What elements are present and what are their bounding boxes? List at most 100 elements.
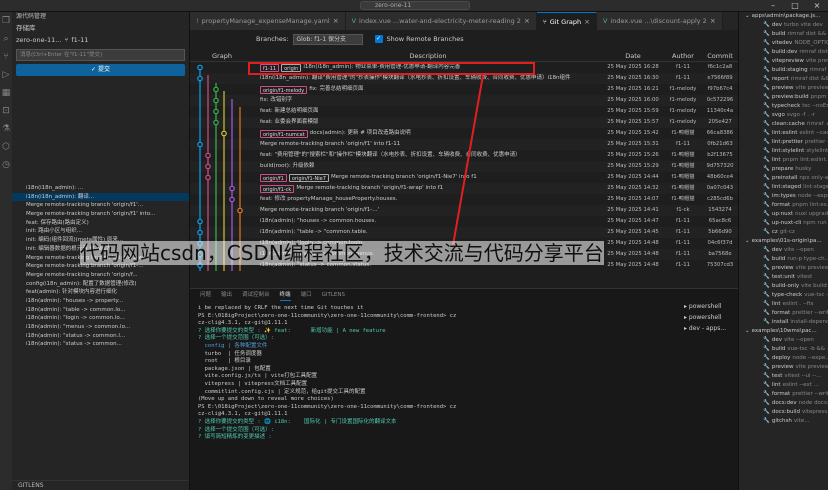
script-item[interactable]: 🔧vitedevNODE_OPTIO... — [739, 39, 828, 48]
branch-ref-badge[interactable]: origin/f1-melody — [260, 85, 308, 94]
repo-branch[interactable]: f1-11 — [71, 34, 88, 46]
sidebar-commit-item[interactable]: init: 路由小区与组织... — [12, 227, 189, 236]
editor-tab[interactable]: Vindex.vue ...water-and-electricity-mete… — [345, 12, 537, 30]
sidebar-commit-item[interactable]: i18n(admin): "login -> common.lo... — [12, 314, 189, 323]
script-item[interactable]: 🔧 svgo svgo -f . -r — [739, 111, 828, 120]
terminal-output[interactable]: i be replaced by CRLF the next time Git … — [190, 301, 738, 446]
commit-node[interactable] — [205, 163, 211, 170]
script-item[interactable]: 🔧 preview vite preview — [739, 84, 828, 93]
branch-ref-badge[interactable]: origin/f1-ck — [260, 184, 295, 193]
commit-row[interactable]: feat: 业委会界面套模版 25 May 2025 15:57 f1-melody… — [190, 117, 738, 128]
scripts-package[interactable]: ⌄ apps\admin\package.js... — [739, 12, 828, 21]
commit-node[interactable] — [205, 152, 211, 159]
terminal-instance[interactable]: ▸ powershell — [678, 301, 738, 312]
close-icon[interactable]: × — [710, 12, 716, 30]
script-item[interactable]: 🔧 preview vite preview — [739, 363, 828, 372]
extensions-icon[interactable]: ▦ — [0, 84, 12, 102]
script-item[interactable]: 🔧build:stagingrimraf dist... — [739, 66, 828, 75]
terminal-instance[interactable]: ▸ powershell — [678, 312, 738, 323]
commit-message-input[interactable]: 消息(Ctrl+Enter 在"f1-11"提交) — [16, 49, 185, 61]
script-item[interactable]: 🔧build:devrimraf dist &&... — [739, 48, 828, 57]
commit-node[interactable] — [205, 174, 211, 181]
close-button[interactable]: × — [806, 0, 828, 12]
script-item[interactable]: 🔧 build vue-tsc -b && ... — [739, 345, 828, 354]
commit-node[interactable] — [221, 130, 227, 137]
script-item[interactable]: 🔧buildrimraf dist && ... — [739, 30, 828, 39]
sidebar-commit-item[interactable]: Merge remote-tracking branch 'origin/f1'… — [12, 210, 189, 219]
commit-node[interactable] — [213, 119, 219, 126]
script-item[interactable]: 🔧 prepare husky — [739, 165, 828, 174]
script-item[interactable]: 🔧 dev vite --open — [739, 336, 828, 345]
commit-node[interactable] — [197, 229, 203, 236]
script-item[interactable]: 🔧formatprettier --write... — [739, 309, 828, 318]
script-item[interactable]: 🔧 test vitest --ui --... — [739, 372, 828, 381]
script-item[interactable]: 🔧installinstall-depend... — [739, 318, 828, 327]
branches-select[interactable]: Glob: f1-1 保分支 — [292, 33, 363, 45]
repo-row[interactable]: zero-one-11... ⑂ f1-11 — [12, 34, 189, 46]
timeline-icon[interactable]: ◷ — [0, 156, 12, 174]
debug-icon[interactable]: ▷ — [0, 66, 12, 84]
commit-row[interactable]: origin/f1-melody fix: 完善总结明细页面 25 May 2025… — [190, 84, 738, 95]
script-item[interactable]: 🔧 up:nuxt nuxi upgrade — [739, 210, 828, 219]
sidebar-commit-item[interactable]: config(i18n_admin): 配置了数据管理(修改) — [12, 280, 189, 289]
panel-tab[interactable]: 端口 — [301, 289, 312, 301]
script-item[interactable]: 🔧lint:stylelintstylelint... — [739, 147, 828, 156]
pkg-icon[interactable]: ⬡ — [0, 138, 12, 156]
script-item[interactable]: 🔧 format pnpm lint:es... — [739, 201, 828, 210]
script-item[interactable]: 🔧docs:devnode docs:dev... — [739, 399, 828, 408]
sidebar-commit-item[interactable]: i18n(i18n_admin): ... — [12, 184, 189, 193]
commit-row[interactable]: feat: "费用管理"的"搜索栏"和"操作栏"模块翻译（水电抄表、折扣设置、车… — [190, 150, 738, 161]
script-item[interactable]: 🔧vitepreviewvite preview — [739, 57, 828, 66]
script-item[interactable]: 🔧typechecktsc --noEm... — [739, 102, 828, 111]
script-item[interactable]: 🔧clean:cacherimraf .es... — [739, 120, 828, 129]
script-item[interactable]: 🔧 build-only vite build — [739, 282, 828, 291]
sidebar-commit-item[interactable]: i18n(admin): "houses -> property... — [12, 297, 189, 306]
script-item[interactable]: 🔧type-checkvue-tsc --b... — [739, 291, 828, 300]
script-item[interactable]: 🔧 gitchsh vite... — [739, 417, 828, 426]
branch-ref-badge[interactable]: origin/f1 — [260, 173, 287, 182]
sidebar-commit-item[interactable]: feat: 保存路由(路由定义) — [12, 219, 189, 228]
script-item[interactable]: 🔧 cz git-cz — [739, 228, 828, 237]
close-icon[interactable]: × — [333, 12, 339, 30]
branch-ref-badge[interactable]: origin/f1-numcat — [260, 129, 308, 138]
panel-tab[interactable]: 问题 — [200, 289, 211, 301]
script-item[interactable]: 🔧reportrimraf dist && ... — [739, 75, 828, 84]
minimize-button[interactable]: – — [762, 0, 784, 12]
sidebar-commit-item[interactable]: Merge remote-tracking branch 'origin/f..… — [12, 271, 189, 280]
close-icon[interactable]: × — [524, 12, 530, 30]
script-item[interactable]: 🔧lint:prettierprettier --... — [739, 138, 828, 147]
commit-row[interactable]: i18n(admin): "houses -> common.houses. 25… — [190, 216, 738, 227]
commit-node[interactable] — [237, 207, 243, 214]
sidebar-commit-item[interactable]: i18n(admin): "menus -> common.lo... — [12, 323, 189, 332]
commit-node[interactable] — [229, 196, 235, 203]
show-remote-checkbox[interactable]: ✓ — [374, 35, 383, 43]
script-item[interactable]: 🔧up-nuxt-clinpm run up... — [739, 219, 828, 228]
script-item[interactable]: 🔧 lint eslint --ext ... — [739, 381, 828, 390]
commit-row[interactable]: i18n(admin): "table -> "common.table. 25 … — [190, 227, 738, 238]
script-item[interactable]: 🔧 lint eslint . --fix — [739, 300, 828, 309]
script-item[interactable]: 🔧preview:buildpnpm bu... — [739, 93, 828, 102]
commit-row[interactable]: feat: 新建总结明细页面 25 May 2025 15:59 f1-melody… — [190, 106, 738, 117]
script-item[interactable]: 🔧 dev turbo vite dev — [739, 21, 828, 30]
script-item[interactable]: 🔧lint:eslinteslint --cache — [739, 129, 828, 138]
sidebar-commit-item[interactable]: i18n(admin): "table -> common.lo... — [12, 306, 189, 315]
commit-row[interactable]: feat: 修改 propertyManage_houseProperty.ho… — [190, 194, 738, 205]
panel-tab[interactable]: 终端 — [279, 289, 291, 301]
remote-icon[interactable]: ⊡ — [0, 102, 12, 120]
commit-row[interactable]: fix: 改错别字 25 May 2025 16:00 f1-melody 0c572… — [190, 95, 738, 106]
panel-tab[interactable]: GITLENS — [322, 289, 345, 301]
commit-row[interactable]: origin/f1-numcat docs(admin): 更新 # 项目改造路由… — [190, 128, 738, 139]
commit-node[interactable] — [197, 141, 203, 148]
script-item[interactable]: 🔧formatprettier --write... — [739, 390, 828, 399]
commit-node[interactable] — [197, 64, 203, 71]
commit-node[interactable] — [213, 86, 219, 93]
scripts-package[interactable]: ⌄ examples\10wms\pac... — [739, 327, 828, 336]
commit-row[interactable]: build(root): 升级依赖 25 May 2025 15:29 f1-鸭帽猫… — [190, 161, 738, 172]
repo-header[interactable]: 存储库 — [12, 22, 189, 34]
commit-row[interactable]: Merge remote-tracking branch 'origin/f1'… — [190, 139, 738, 150]
commit-node[interactable] — [213, 97, 219, 104]
editor-tab[interactable]: ! propertyManage_expenseManage.yaml × — [190, 12, 346, 30]
commit-node[interactable] — [213, 108, 219, 115]
editor-tab[interactable]: Vindex.vue ...\discount-apply 2 × — [597, 12, 723, 30]
terminal-instance[interactable]: ▸ dev - apps... — [678, 323, 738, 334]
